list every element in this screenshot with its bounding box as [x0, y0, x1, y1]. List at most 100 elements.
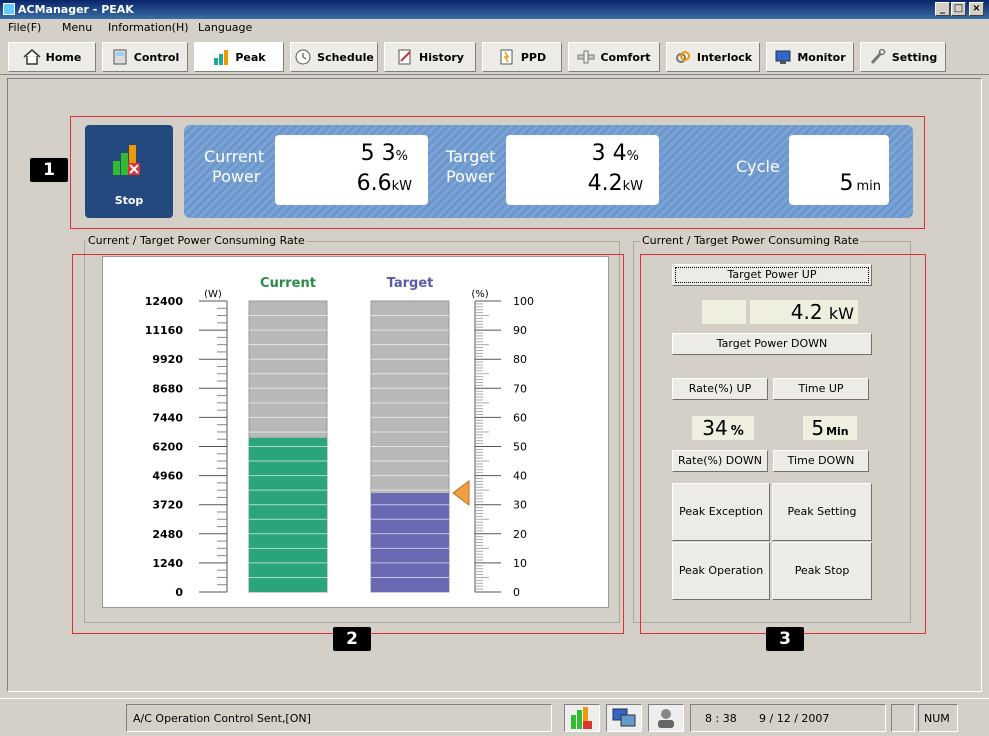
tab-comfort[interactable]: Comfort [568, 42, 660, 72]
tab-label: Home [45, 50, 82, 64]
minimize-button[interactable]: _ [935, 2, 950, 16]
peak-stop-icon [113, 145, 140, 175]
left-axis-tick-label: 0 [175, 586, 183, 599]
left-axis-tick-label: 7440 [152, 411, 183, 424]
menu-file[interactable]: File(F) [8, 21, 41, 34]
right-axis-tick-label: 70 [513, 382, 527, 395]
right-axis-tick-label: 30 [513, 499, 527, 512]
rate-up-button[interactable]: Rate(%) UP [672, 378, 768, 400]
peak-exception-button[interactable]: Peak Exception [672, 483, 770, 541]
tab-label: Monitor [797, 50, 846, 64]
tab-monitor[interactable]: Monitor [766, 42, 854, 72]
status-empty-pane [891, 704, 915, 732]
target-power-up-button[interactable]: Target Power UP [672, 264, 872, 286]
tab-ppd[interactable]: PPD [482, 42, 562, 72]
interlock-icon [675, 51, 690, 63]
right-axis-tick-label: 10 [513, 557, 527, 570]
stop-label: Stop [114, 194, 144, 207]
menu-bar: File(F) Menu Information(H) Language [0, 19, 989, 36]
target-power-kw: 4.2kW [587, 171, 643, 196]
right-axis-tick-label: 60 [513, 411, 527, 424]
left-axis-tick-label: 3720 [152, 499, 183, 512]
tab-schedule[interactable]: Schedule [290, 42, 378, 72]
target-power-label-1: Target [446, 147, 496, 166]
clock-icon [295, 49, 311, 65]
ppd-icon [500, 49, 513, 65]
right-axis-unit: (%) [471, 289, 488, 300]
maximize-button[interactable]: □ [951, 2, 966, 16]
status-bar: A/C Operation Control Sent,[ON] 8 : 38 9… [0, 698, 989, 736]
peak-stop-status-button[interactable]: Stop [85, 125, 173, 218]
network-status-icon[interactable] [606, 704, 642, 732]
power-readout-bar: Current Power 5 3% 6.6kW Target Power 3 … [184, 125, 913, 218]
num-lock-indicator: NUM [924, 712, 950, 725]
cycle-value: 5 min [839, 171, 881, 196]
peak-operation-button[interactable]: Peak Operation [672, 542, 770, 600]
rate-down-button[interactable]: Rate(%) DOWN [672, 450, 768, 472]
callout-badge-1: 1 [30, 158, 68, 182]
right-axis-tick-label: 40 [513, 470, 527, 483]
comfort-icon [577, 50, 595, 64]
tab-label: Interlock [696, 50, 753, 64]
window-title: ACManager - PEAK [18, 3, 134, 16]
right-axis-tick-label: 90 [513, 324, 527, 337]
current-power-percent: 5 3% [360, 141, 408, 166]
status-message: A/C Operation Control Sent,[ON] [133, 712, 311, 725]
tab-label: Setting [891, 50, 938, 64]
target-bar-label: Target [387, 276, 434, 291]
user-status-icon[interactable] [648, 704, 684, 732]
num-lock-pane: NUM [918, 704, 958, 732]
chart-group-label: Current / Target Power Consuming Rate [86, 234, 307, 247]
datetime-pane: 8 : 38 9 / 12 / 2007 [690, 704, 886, 732]
current-bar-label: Current [260, 276, 316, 291]
status-time: 8 : 38 [705, 712, 737, 725]
status-message-pane: A/C Operation Control Sent,[ON] [126, 704, 552, 732]
current-power-kw: 6.6kW [356, 171, 412, 196]
cycle-value-box: 5 min [789, 135, 889, 205]
status-date: 9 / 12 / 2007 [759, 712, 830, 725]
tab-history[interactable]: History [384, 42, 476, 72]
right-axis-tick-label: 20 [513, 528, 527, 541]
callout-badge-2: 2 [333, 627, 371, 651]
close-button[interactable]: × [969, 2, 984, 16]
tab-home[interactable]: Home [8, 42, 96, 72]
peak-setting-button[interactable]: Peak Setting [772, 483, 872, 541]
menu-information[interactable]: Information(H) [108, 21, 189, 34]
target-pointer-icon [452, 480, 470, 507]
tab-interlock[interactable]: Interlock [666, 42, 760, 72]
target-power-percent: 3 4% [591, 141, 639, 166]
peak-status-icon[interactable] [564, 704, 600, 732]
rate-display: 34% [692, 416, 754, 440]
home-icon [23, 49, 41, 65]
current-power-label-1: Current [204, 147, 265, 166]
time-down-button[interactable]: Time DOWN [773, 450, 869, 472]
left-axis-tick-label: 6200 [152, 441, 183, 454]
right-axis-tick-label: 0 [513, 586, 520, 599]
target-power-label-2: Power [446, 167, 495, 186]
target-power-down-button[interactable]: Target Power DOWN [672, 333, 872, 355]
time-up-button[interactable]: Time UP [773, 378, 869, 400]
time-display: 5 Min [803, 416, 857, 440]
tab-label: History [419, 50, 464, 64]
menu-language[interactable]: Language [198, 21, 252, 34]
menu-menu[interactable]: Menu [62, 21, 92, 34]
tab-label: Schedule [317, 50, 374, 64]
tab-setting[interactable]: Setting [860, 42, 946, 72]
monitor-icon [775, 50, 791, 64]
power-rate-chart-svg: 1240011160992086807440620049603720248012… [145, 276, 534, 599]
history-icon [398, 49, 411, 65]
right-axis-tick-label: 100 [513, 295, 534, 308]
control-group-label: Current / Target Power Consuming Rate [640, 234, 861, 247]
left-axis-tick-label: 8680 [152, 382, 183, 395]
peak-chart-icon [214, 50, 229, 65]
peak-stop-button[interactable]: Peak Stop [772, 542, 872, 600]
left-axis-tick-label: 12400 [145, 295, 184, 308]
tab-label: Control [133, 50, 180, 64]
callout-badge-3: 3 [766, 627, 804, 651]
toolbar: Home Control Peak Schedule History PPD C… [0, 37, 989, 75]
right-axis-tick-label: 80 [513, 353, 527, 366]
title-bar: ACManager - PEAK _ □ × [0, 0, 989, 19]
tab-label: Peak [235, 50, 266, 64]
tab-peak[interactable]: Peak [194, 42, 284, 72]
tab-control[interactable]: Control [102, 42, 188, 72]
